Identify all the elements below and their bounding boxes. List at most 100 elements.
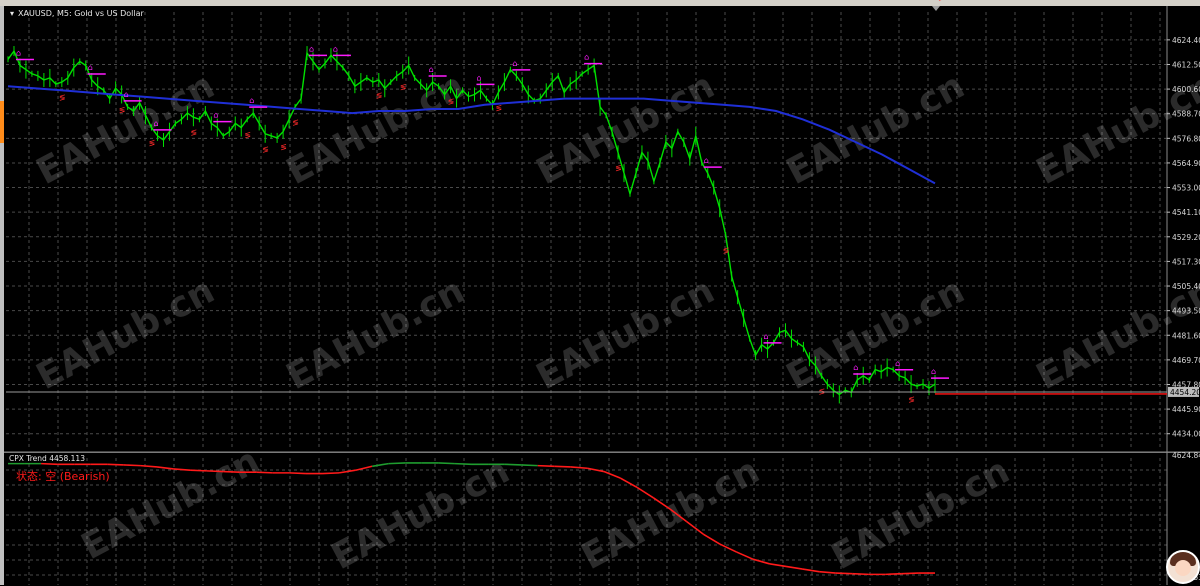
price-axis-label: 4434.00 xyxy=(1172,430,1200,439)
cpx-trend-segment xyxy=(256,471,273,474)
price-axis-label: 4564.90 xyxy=(1172,159,1200,168)
sell-signal-icon: ≶ xyxy=(149,139,156,148)
buy-signal-icon: ⌂ xyxy=(88,63,93,72)
cpx-trend-segment xyxy=(835,572,853,575)
price-axis-label: 4541.10 xyxy=(1172,208,1200,217)
buy-signal-icon: ⌂ xyxy=(309,44,314,53)
cpx-trend-segment xyxy=(769,563,787,568)
cpx-trend-segment xyxy=(41,462,58,466)
buy-signal-icon: ⌂ xyxy=(895,359,900,368)
cpx-trend-segment xyxy=(504,463,522,466)
scroll-marker-icon xyxy=(932,6,940,11)
sell-signal-icon: ≶ xyxy=(292,118,299,127)
buy-signal-icon: ⌂ xyxy=(429,65,434,74)
cpx-trend-segment xyxy=(702,533,721,545)
price-axis-label: 4588.70 xyxy=(1172,110,1200,119)
price-axis-label: 4600.60 xyxy=(1172,85,1200,94)
cpx-trend-segment xyxy=(901,572,919,575)
price-axis-label: 4517.30 xyxy=(1172,257,1200,266)
cpx-trend-segment xyxy=(289,472,306,475)
cpx-trend-segment xyxy=(438,462,455,465)
price-axis-label: 4469.70 xyxy=(1172,356,1200,365)
cpx-trend-segment xyxy=(636,486,655,499)
trend-status-label: 状态: 空 (Bearish) xyxy=(16,470,110,483)
buy-signal-icon: ⌂ xyxy=(853,363,858,372)
avatar-face xyxy=(1175,560,1191,576)
cpx-trend-segment xyxy=(388,462,406,465)
sell-signal-icon: ≶ xyxy=(119,105,126,114)
price-axis-label: 4493.50 xyxy=(1172,307,1200,316)
watermark-text: EAHub.cn xyxy=(280,65,471,193)
cpx-trend-segment xyxy=(819,570,836,574)
cpx-trend-segment xyxy=(206,470,224,473)
buy-signal-icon: ⌂ xyxy=(704,156,709,165)
price-axis-label: 4529.20 xyxy=(1172,233,1200,242)
cpx-trend-segment xyxy=(372,462,389,468)
sell-signal-icon: ≶ xyxy=(938,0,945,2)
user-avatar-icon[interactable] xyxy=(1166,550,1200,584)
indicator-axis-label: 4624.84 xyxy=(1172,451,1200,460)
buy-signal-icon: ⌂ xyxy=(333,44,338,53)
sell-signal-icon: ≶ xyxy=(244,130,251,139)
watermark-text: EAHub.cn xyxy=(30,270,221,398)
cpx-trend-segment xyxy=(620,477,638,489)
cpx-trend-segment xyxy=(123,464,141,467)
cpx-trend-segment xyxy=(521,464,538,467)
chart-menu-icon[interactable]: ▾ xyxy=(10,9,14,18)
buy-signal-icon: ⌂ xyxy=(124,90,129,99)
buy-signal-icon: ⌂ xyxy=(16,49,21,58)
cpx-trend-segment xyxy=(156,466,174,470)
cpx-trend-segment xyxy=(338,469,356,474)
cpx-trend-segment xyxy=(802,568,820,573)
cpx-trend-segment xyxy=(852,572,869,576)
sell-signal-icon: ≶ xyxy=(908,395,915,404)
buy-signal-icon: ⌂ xyxy=(249,96,254,105)
sell-signal-icon: ≶ xyxy=(615,163,622,172)
buy-signal-icon: ⌂ xyxy=(512,59,517,68)
buy-signal-icon: ⌂ xyxy=(476,73,481,82)
cpx-trend-segment xyxy=(554,465,571,468)
chart-title-text: XAUUSD, M5: Gold vs US Dollar xyxy=(18,9,144,18)
cpx-trend-segment xyxy=(322,472,340,475)
sell-signal-icon: ≶ xyxy=(400,83,407,92)
sell-signal-icon: ≶ xyxy=(59,93,66,102)
sell-signal-icon: ≶ xyxy=(495,103,502,112)
cpx-trend-segment xyxy=(785,565,803,570)
cpx-trend-segment xyxy=(140,464,158,468)
watermark-text: EAHub.cn xyxy=(530,65,721,193)
sell-signal-icon: ≶ xyxy=(818,387,825,396)
watermark-text: EAHub.cn xyxy=(280,270,471,398)
chart-title: ▾ XAUUSD, M5: Gold vs US Dollar xyxy=(10,9,144,18)
cpx-trend-segment xyxy=(752,558,770,565)
watermark-text: EAHub.cn xyxy=(575,450,766,578)
cpx-trend-segment xyxy=(190,469,207,472)
cpx-trend-segment xyxy=(885,572,902,576)
buy-signal-icon: ⌂ xyxy=(584,53,589,62)
price-axis-label: 4612.50 xyxy=(1172,60,1200,69)
cpx-trend-segment xyxy=(223,470,240,474)
sell-signal-icon: ≶ xyxy=(190,128,197,137)
sell-signal-icon: ≶ xyxy=(280,143,287,152)
price-axis-label: 4576.80 xyxy=(1172,134,1200,143)
price-axis-label: 4553.00 xyxy=(1172,184,1200,193)
buy-signal-icon: ⌂ xyxy=(213,111,218,120)
sell-signal-icon: ≶ xyxy=(262,145,269,154)
watermark-text: EAHub.cn xyxy=(75,440,266,568)
watermark-text: EAHub.cn xyxy=(780,65,971,193)
cpx-trend-segment xyxy=(355,465,373,472)
watermark-text: EAHub.cn xyxy=(530,270,721,398)
current-price-tag-text: 4454.20 xyxy=(1170,388,1200,397)
sell-signal-icon: ≶ xyxy=(448,97,455,106)
cpx-trend-segment xyxy=(454,462,472,466)
indicator-title: CPX Trend 4458.113 xyxy=(9,454,85,463)
cpx-trend-segment xyxy=(736,551,754,560)
price-axis-label: 4481.60 xyxy=(1172,331,1200,340)
sell-signal-icon: ≶ xyxy=(376,91,383,100)
buy-signal-icon: ⌂ xyxy=(764,332,769,341)
chart-canvas: EAHub.cn EAHub.cn EAHub.cn EAHub.cn EAHub.cn… xyxy=(4,0,1200,585)
price-axis-label: 4505.40 xyxy=(1172,282,1200,291)
cpx-trend-segment xyxy=(537,464,555,468)
signal-markers: ⌂ ⌂ ⌂ ⌂ ⌂ ⌂ ⌂ ⌂ ⌂ ⌂ ⌂ ⌂ ⌂ ⌂ ⌂ ⌂ ⌂ ≶ ≶ ≶ ≶ ≶ ≶ ≶ ≶ ≶ ≶ ≶ ≶ ≶ ≶ ≶ ≶ ≶ xyxy=(15,0,949,404)
cpx-trend-segment xyxy=(107,463,124,466)
price-axis-label: 4624.40 xyxy=(1172,36,1200,45)
